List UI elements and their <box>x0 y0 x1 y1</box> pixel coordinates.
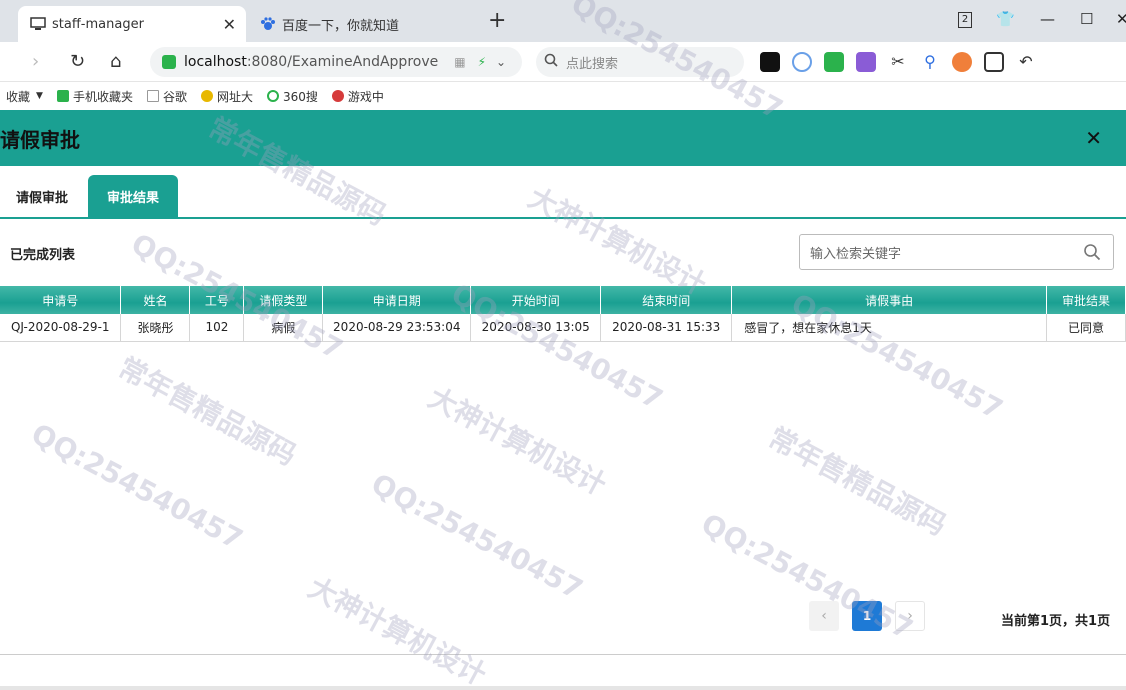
game-controller-icon[interactable] <box>952 52 972 72</box>
scissors-icon[interactable]: ✂ <box>888 52 908 72</box>
window-close-icon[interactable]: ✕ <box>1116 10 1126 28</box>
magnifier-icon[interactable]: ⚲ <box>920 52 940 72</box>
next-page-button[interactable]: › <box>895 601 925 631</box>
browser-tab-title: staff-manager <box>52 16 144 32</box>
search-placeholder: 输入检索关键字 <box>810 246 902 262</box>
column-header[interactable]: 开始时间 <box>470 286 602 314</box>
caret-down-icon: ▼ <box>36 91 43 101</box>
column-header[interactable]: 申请日期 <box>322 286 472 314</box>
prev-page-button[interactable]: ‹ <box>809 601 839 631</box>
search-input[interactable]: 输入检索关键字 <box>799 234 1114 270</box>
watermark: QQ:254540457 <box>365 466 589 607</box>
url-field[interactable]: localhost:8080/ExamineAndApprove ▦ ⚡ ⌄ <box>150 47 522 77</box>
horizontal-scrollbar[interactable] <box>0 686 1126 690</box>
results-table: 申请号 姓名 工号 请假类型 申请日期 开始时间 结束时间 请假事由 审批结果 … <box>0 286 1126 342</box>
tab-counter-badge[interactable]: 2 <box>958 12 972 28</box>
extension-icon[interactable] <box>824 52 844 72</box>
home-icon[interactable]: ⌂ <box>110 51 121 72</box>
modal-title: 请假审批 <box>0 127 80 152</box>
chevron-down-icon[interactable]: ⌄ <box>496 55 506 69</box>
bookmark-360[interactable]: 360搜 <box>266 88 318 105</box>
cell-name: 张晓彤 <box>120 314 191 342</box>
grid-apps-icon[interactable] <box>984 52 1004 72</box>
modal-header: 请假审批 ✕ <box>0 110 1126 166</box>
bookmark-games[interactable]: 游戏中 <box>331 88 384 105</box>
browser-tab-staff-manager[interactable]: staff-manager ✕ <box>18 6 246 42</box>
cell-leave-type: 病假 <box>243 314 324 342</box>
page-icon <box>146 90 159 102</box>
phone-icon <box>56 90 69 102</box>
table-row[interactable]: QJ-2020-08-29-1 张晓彤 102 病假 2020-08-29 23… <box>0 314 1126 342</box>
cell-end-time: 2020-08-31 15:33 <box>600 314 733 342</box>
globe-icon <box>200 90 213 102</box>
page-info: 当前第1页，共1页 <box>1001 614 1111 629</box>
close-icon[interactable]: ✕ <box>1085 126 1102 150</box>
bookmark-favorites[interactable]: 收藏 ▼ <box>6 88 43 105</box>
bookmark-mobile[interactable]: 手机收藏夹 <box>56 88 133 105</box>
tab-approval-result[interactable]: 审批结果 <box>88 175 178 217</box>
search-icon <box>544 53 558 71</box>
list-title: 已完成列表 <box>10 248 76 263</box>
bookmark-hao[interactable]: 网址大 <box>200 88 253 105</box>
baidu-paw-icon <box>260 17 276 31</box>
reload-icon[interactable]: ↻ <box>70 51 85 72</box>
qr-code-icon[interactable]: ▦ <box>454 55 465 69</box>
watermark: 常年售精品源码 <box>763 420 952 542</box>
cell-employee-id: 102 <box>189 314 245 342</box>
bookmark-google[interactable]: 谷歌 <box>146 88 187 105</box>
modal-tabs: 请假审批 审批结果 <box>0 175 1126 219</box>
minimize-icon[interactable]: — <box>1040 10 1055 28</box>
column-header[interactable]: 申请号 <box>0 286 122 314</box>
lightning-icon[interactable]: ⚡ <box>478 55 486 69</box>
cell-application-id: QJ-2020-08-29-1 <box>0 314 122 342</box>
translate-icon[interactable] <box>856 52 876 72</box>
shirt-skin-icon[interactable]: 👕 <box>996 10 1015 28</box>
column-header[interactable]: 请假类型 <box>243 286 324 314</box>
browser-tab-title: 百度一下，你就知道 <box>282 18 400 34</box>
address-bar-row: › ↻ ⌂ localhost:8080/ExamineAndApprove ▦… <box>0 42 1126 82</box>
extension-toolbar: ✂ ⚲ ↶ <box>760 52 1036 72</box>
maximize-icon[interactable]: ☐ <box>1080 10 1093 28</box>
cell-apply-date: 2020-08-29 23:53:04 <box>322 314 472 342</box>
cell-result: 已同意 <box>1046 314 1126 342</box>
column-header[interactable]: 结束时间 <box>600 286 733 314</box>
browser-search-input[interactable]: 点此搜索 <box>536 47 744 77</box>
close-tab-icon[interactable]: ✕ <box>223 15 236 34</box>
column-header[interactable]: 工号 <box>189 286 245 314</box>
url-text: localhost:8080/ExamineAndApprove <box>184 54 439 70</box>
watermark: QQ:254540457 <box>25 416 249 557</box>
browser-tab-baidu[interactable]: 百度一下，你就知道 <box>252 6 480 42</box>
forward-icon[interactable]: › <box>32 51 39 72</box>
table-header-row: 申请号 姓名 工号 请假类型 申请日期 开始时间 结束时间 请假事由 审批结果 <box>0 286 1126 314</box>
360-icon <box>266 90 279 102</box>
watermark: QQ:254540457 <box>695 506 919 647</box>
monitor-icon <box>30 17 46 31</box>
game-icon <box>331 90 344 102</box>
search-icon[interactable] <box>1083 243 1101 261</box>
column-header[interactable]: 姓名 <box>120 286 191 314</box>
tab-leave-approval[interactable]: 请假审批 <box>0 175 84 217</box>
undo-icon[interactable]: ↶ <box>1016 52 1036 72</box>
secure-shield-icon <box>162 55 176 69</box>
watermark: 大神计算机设计 <box>423 380 612 502</box>
column-header[interactable]: 审批结果 <box>1046 286 1126 314</box>
watermark: 大神计算机设计 <box>303 570 492 690</box>
new-tab-plus-icon[interactable]: + <box>488 8 506 33</box>
browser-search-placeholder: 点此搜索 <box>566 56 619 72</box>
column-header[interactable]: 请假事由 <box>731 286 1047 314</box>
browser-tab-bar: staff-manager ✕ 百度一下，你就知道 + 2 👕 — ☐ ✕ <box>0 0 1126 42</box>
cell-start-time: 2020-08-30 13:05 <box>470 314 602 342</box>
bookmarks-bar: 收藏 ▼ 手机收藏夹 谷歌 网址大 360搜 游戏中 <box>0 82 1126 110</box>
extension-icon[interactable] <box>760 52 780 72</box>
watermark: 常年售精品源码 <box>113 350 302 472</box>
divider <box>0 654 1126 655</box>
extension-icon[interactable] <box>792 52 812 72</box>
cell-reason: 感冒了，想在家休息1天 <box>731 314 1047 342</box>
page-1-button[interactable]: 1 <box>852 601 882 631</box>
